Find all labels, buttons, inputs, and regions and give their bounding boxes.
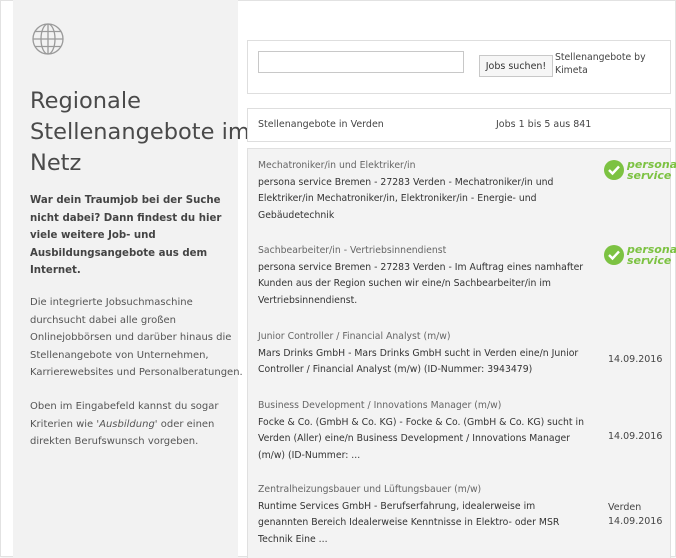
job-title[interactable]: Sachbearbeiter/in - Vertriebsinnendienst: [258, 244, 588, 257]
job-location-date: Verden 14.09.2016: [608, 501, 662, 528]
search-jobs-button[interactable]: Jobs suchen!: [479, 55, 553, 77]
job-title[interactable]: Business Development / Innovations Manag…: [258, 399, 588, 412]
job-title[interactable]: Junior Controller / Financial Analyst (m…: [258, 330, 588, 343]
intro-paragraph: Die integrierte Jobsuchmaschine durchsuc…: [30, 297, 243, 379]
job-location: Verden: [608, 502, 642, 513]
job-item[interactable]: Sachbearbeiter/in - Vertriebsinnendienst…: [258, 244, 676, 310]
results-count: Jobs 1 bis 5 aus 841: [496, 119, 592, 130]
results-title: Stellenangebote in Verden: [258, 119, 384, 130]
persona-logo-icon: [604, 160, 624, 180]
company-logo: persona service: [603, 159, 676, 183]
results-header: Stellenangebote in Verden Jobs 1 bis 5 a…: [247, 108, 671, 142]
powered-by-label: Stellenangebote by Kimeta: [555, 52, 646, 76]
logo-line-2: service: [627, 169, 672, 182]
job-description: Runtime Services GmbH - Berufserfahrung,…: [258, 501, 560, 545]
logo-wordmark: persona service: [627, 159, 676, 181]
job-description: persona service Bremen - 27283 Verden - …: [258, 177, 554, 221]
globe-icon: [31, 22, 65, 56]
persona-logo-icon: [604, 245, 624, 265]
job-title[interactable]: Mechatroniker/in und Elektriker/in: [258, 159, 588, 172]
job-search-input[interactable]: [258, 51, 464, 73]
job-title[interactable]: Zentralheizungsbauer und Lüftungsbauer (…: [258, 483, 588, 496]
job-date: 14.09.2016: [608, 515, 663, 527]
logo-wordmark: persona service: [627, 244, 676, 266]
lead-text: War dein Traumjob bei der Suche nicht da…: [30, 195, 222, 276]
job-item[interactable]: Mechatroniker/in und Elektriker/in perso…: [258, 159, 676, 225]
company-logo: persona service: [603, 244, 676, 268]
sidebar: Regionale Stellenangebote im Netz War de…: [13, 0, 250, 557]
hint-paragraph: Oben im Eingabefeld kannst du sogar Krit…: [30, 398, 250, 451]
hint-example: 'Ausbildung': [96, 418, 158, 430]
job-item[interactable]: Junior Controller / Financial Analyst (m…: [258, 330, 670, 390]
job-item[interactable]: Business Development / Innovations Manag…: [258, 399, 670, 461]
logo-line-2: service: [627, 254, 672, 267]
job-item[interactable]: Zentralheizungsbauer und Lüftungsbauer (…: [258, 483, 670, 545]
job-description: Mars Drinks GmbH - Mars Drinks GmbH such…: [258, 348, 579, 376]
job-date: 14.09.2016: [608, 354, 663, 365]
job-date: 14.09.2016: [608, 431, 663, 442]
job-description: Focke & Co. (GmbH & Co. KG) - Focke & Co…: [258, 417, 584, 461]
page-title: Regionale Stellenangebote im Netz: [30, 88, 250, 176]
job-search-panel: Jobs suchen! Stellenangebote by Kimeta: [247, 40, 671, 94]
job-description: persona service Bremen - 27283 Verden - …: [258, 262, 584, 306]
job-list: Mechatroniker/in und Elektriker/in perso…: [247, 148, 676, 558]
